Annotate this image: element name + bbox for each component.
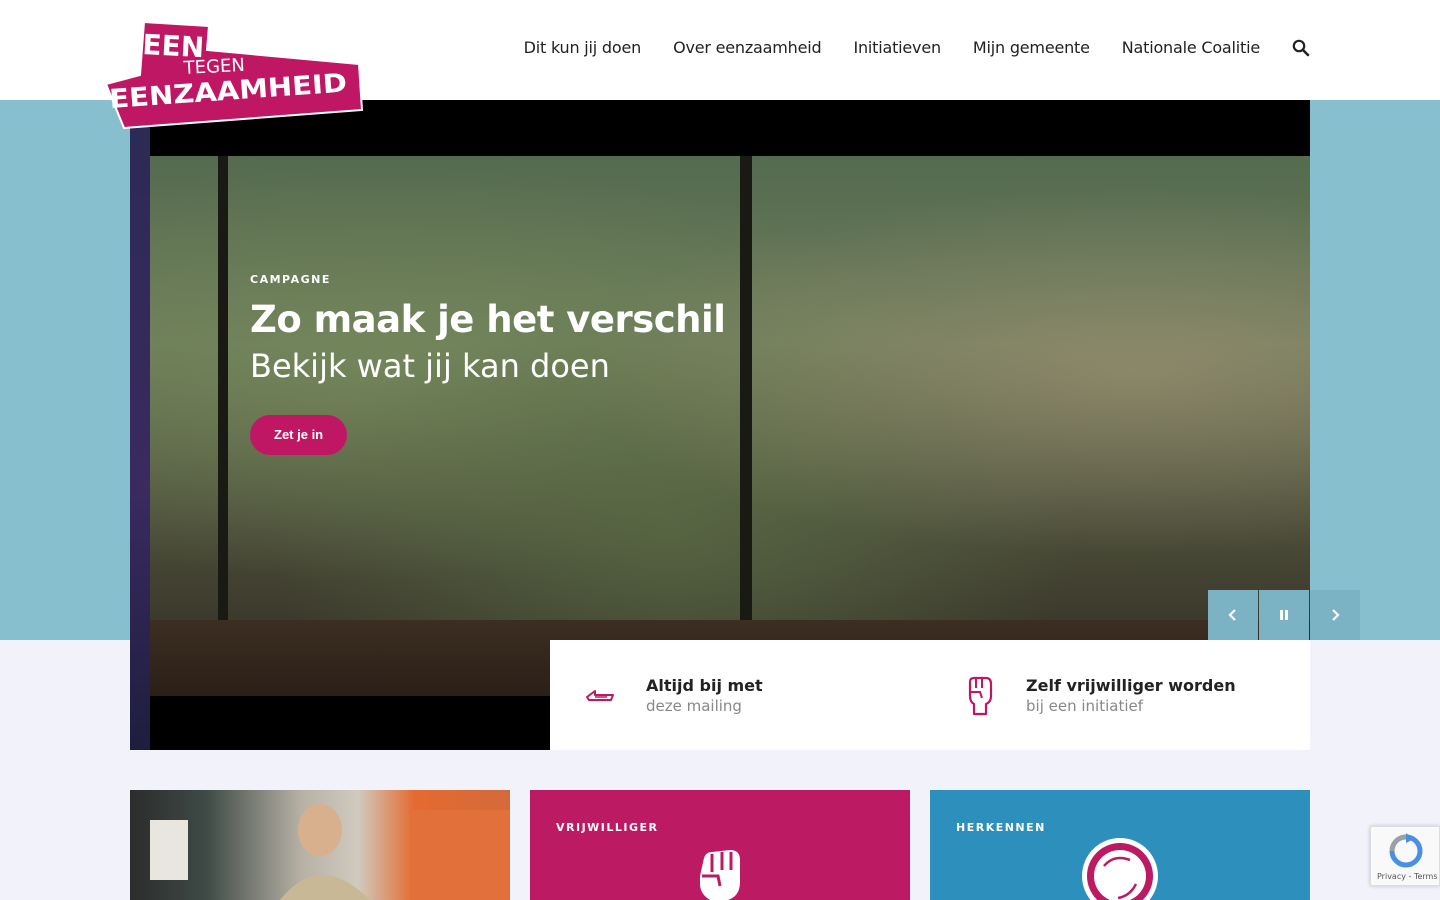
card-label: VRIJWILLIGER (556, 821, 659, 834)
hero-title: Zo maak je het verschil (250, 298, 726, 341)
card-vrijwilliger[interactable]: VRIJWILLIGER (530, 790, 910, 900)
info-title: Zelf vrijwilliger worden (1026, 675, 1236, 695)
card-photo-image (150, 804, 510, 900)
paper-plane-icon (584, 675, 616, 715)
window-frame (218, 156, 228, 696)
info-subtitle: bij een initiatief (1026, 696, 1143, 715)
card-herkennen[interactable]: HERKENNEN (930, 790, 1310, 900)
card-photo[interactable] (130, 790, 510, 900)
nav-item-over-eenzaamheid[interactable]: Over eenzaamheid (673, 38, 822, 57)
info-subtitle: deze mailing (646, 696, 742, 715)
slider-controls (1208, 590, 1360, 640)
recaptcha-links[interactable]: Privacy - Terms (1377, 872, 1438, 881)
info-item-vrijwilliger[interactable]: Zelf vrijwilliger worden bij een initiat… (930, 640, 1310, 750)
recaptcha-badge[interactable]: Privacy - Terms (1370, 826, 1440, 886)
recaptcha-icon (1389, 833, 1423, 868)
card-label: HERKENNEN (956, 821, 1046, 834)
nav-item-mijn-gemeente[interactable]: Mijn gemeente (973, 38, 1090, 57)
nav-item-initiatieven[interactable]: Initiatieven (853, 38, 941, 57)
zet-je-in-button[interactable]: Zet je in (250, 415, 348, 455)
pause-icon[interactable] (1259, 590, 1309, 640)
info-title: Altijd bij met (646, 675, 763, 695)
circle-icon (1080, 836, 1160, 900)
nav-item-dit-kun-jij-doen[interactable]: Dit kun jij doen (524, 38, 642, 57)
hero-eyebrow: CAMPAGNE (250, 273, 331, 286)
window-frame (740, 156, 752, 696)
raised-fist-icon (964, 675, 996, 716)
hero-subtitle: Bekijk wat jij kan doen (250, 347, 610, 385)
video-letterbox (150, 696, 550, 750)
hero-content: CAMPAGNE Zo maak je het verschil Bekijk … (250, 273, 726, 455)
chevron-right-icon[interactable] (1310, 590, 1360, 640)
chevron-left-icon[interactable] (1208, 590, 1258, 640)
main-nav: Dit kun jij doen Over eenzaamheid Initia… (524, 38, 1310, 57)
search-icon[interactable] (1292, 39, 1310, 57)
info-item-mailing[interactable]: Altijd bij met deze mailing (550, 640, 930, 750)
hero-edge (130, 100, 150, 750)
raised-fist-icon (680, 836, 760, 900)
site-logo[interactable]: EEN TEGEN EENZAAMHEID (104, 20, 366, 132)
info-strip: Altijd bij met deze mailing Zelf vrijwil… (550, 640, 1310, 750)
nav-item-nationale-coalitie[interactable]: Nationale Coalitie (1122, 38, 1260, 57)
